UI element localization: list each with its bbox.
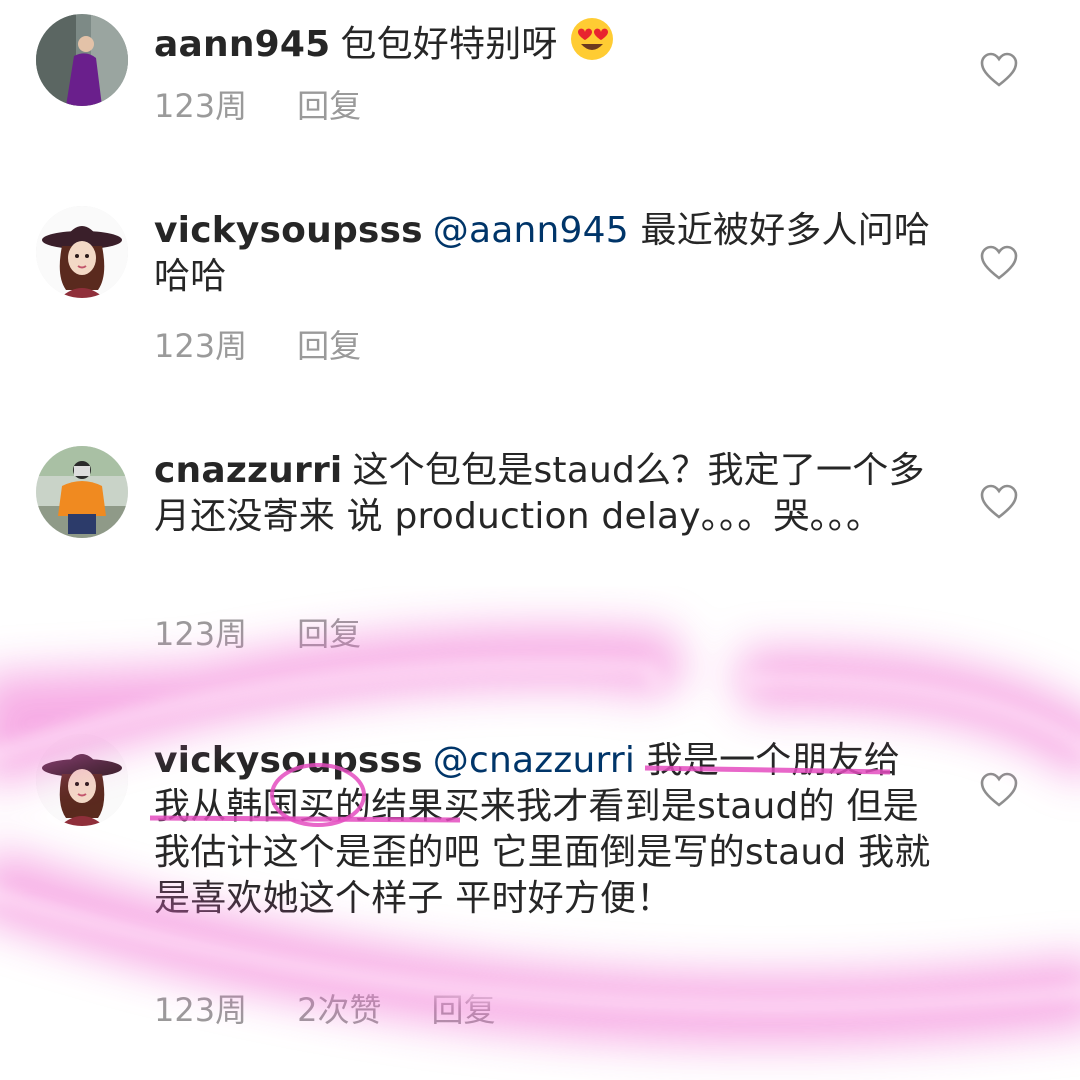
reply-button[interactable]: 回复 bbox=[297, 614, 361, 654]
reply-button[interactable]: 回复 bbox=[297, 326, 361, 366]
mention-link[interactable]: @aann945 bbox=[433, 210, 629, 251]
comment-meta: 123周 回复 bbox=[154, 614, 411, 654]
heart-eyes-emoji-icon bbox=[569, 16, 615, 62]
avatar[interactable] bbox=[36, 446, 128, 538]
comment-username[interactable]: vickysoupsss bbox=[154, 210, 423, 251]
comment-meta: 123周 回复 bbox=[154, 326, 411, 366]
comment-username[interactable]: aann945 bbox=[154, 24, 330, 65]
comment-time: 123周 bbox=[154, 87, 248, 125]
comment-time: 123周 bbox=[154, 327, 248, 365]
avatar[interactable] bbox=[36, 14, 128, 106]
comments-screen: aann945 包包好特别呀 123周 回复 vickysoupsss @aan… bbox=[0, 0, 1080, 1080]
avatar[interactable] bbox=[36, 206, 128, 298]
like-heart-icon[interactable] bbox=[980, 245, 1018, 281]
comment-username[interactable]: vickysoupsss bbox=[154, 740, 423, 781]
mention-link[interactable]: @cnazzurri bbox=[433, 740, 635, 781]
comment-time: 123周 bbox=[154, 991, 248, 1029]
like-heart-icon[interactable] bbox=[980, 52, 1018, 88]
comment-text: vickysoupsss @cnazzurri 我是一个朋友给我从韩国买的结果买来… bbox=[154, 738, 934, 922]
like-heart-icon[interactable] bbox=[980, 484, 1018, 520]
avatar[interactable] bbox=[36, 734, 128, 826]
like-heart-icon[interactable] bbox=[980, 772, 1018, 808]
comment-text: cnazzurri 这个包包是staud么？我定了一个多月还没寄来 说 produ… bbox=[154, 448, 934, 540]
comment-meta: 123周 2次赞 回复 bbox=[154, 990, 545, 1030]
comment-meta: 123周 回复 bbox=[154, 86, 411, 126]
comment-body: 包包好特别呀 bbox=[340, 24, 558, 65]
like-count[interactable]: 2次赞 bbox=[297, 990, 381, 1030]
reply-button[interactable]: 回复 bbox=[431, 990, 495, 1030]
comment-username[interactable]: cnazzurri bbox=[154, 450, 342, 491]
comment-time: 123周 bbox=[154, 615, 248, 653]
comment-text: aann945 包包好特别呀 bbox=[154, 16, 934, 68]
comment-text: vickysoupsss @aann945 最近被好多人问哈哈哈 bbox=[154, 208, 934, 300]
reply-button[interactable]: 回复 bbox=[297, 86, 361, 126]
